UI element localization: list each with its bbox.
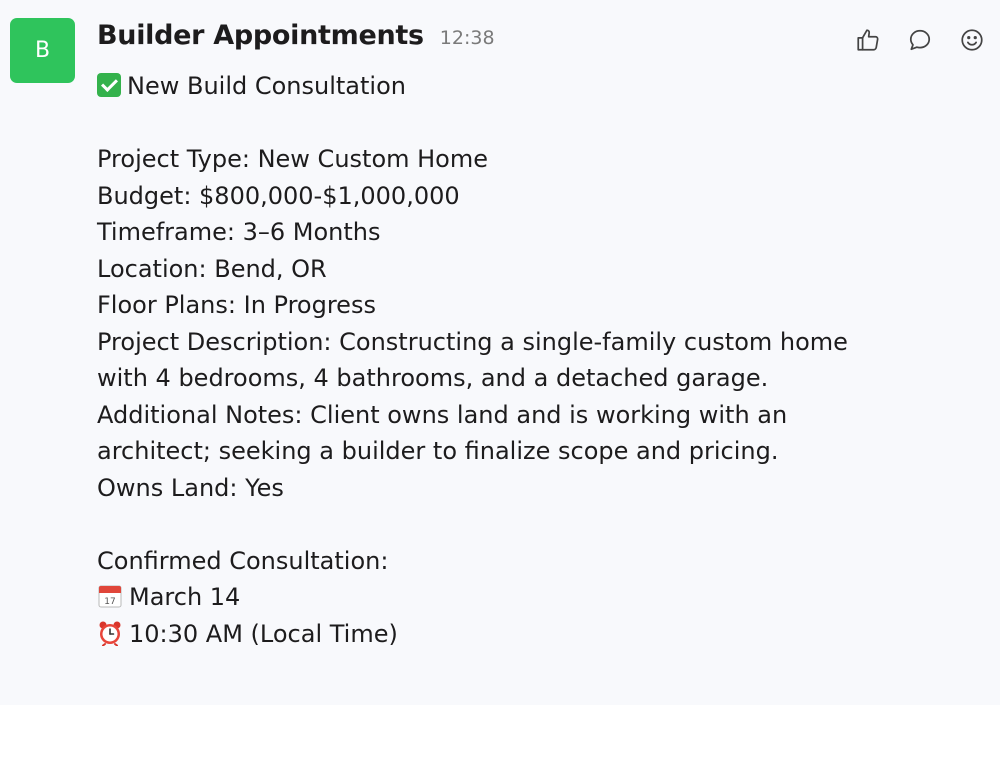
floor-plans-line: Floor Plans: In Progress: [97, 291, 376, 319]
sender-name[interactable]: Builder Appointments: [97, 20, 424, 51]
date-line: 17 March 14: [97, 579, 857, 616]
message-title: New Build Consultation: [97, 68, 857, 105]
message-header: Builder Appointments 12:38: [97, 20, 495, 60]
message-actions: [854, 26, 986, 54]
svg-text:17: 17: [104, 597, 115, 607]
location-line: Location: Bend, OR: [97, 254, 327, 283]
message: B Builder Appointments 12:38 New Build C…: [0, 0, 1000, 705]
additional-notes-line: Additional Notes: Client owns land and i…: [97, 400, 788, 466]
message-body: New Build Consultation Project Type: New…: [97, 68, 857, 652]
calendar-icon: 17: [97, 583, 123, 609]
message-title-text: New Build Consultation: [127, 72, 406, 100]
project-type-line: Project Type: New Custom Home: [97, 145, 489, 173]
timeframe-line: Timeframe: 3–6 Months: [97, 218, 381, 246]
alarm-clock-icon: [97, 620, 123, 646]
owns-land-line: Owns Land: Yes: [97, 473, 284, 502]
time-line: 10:30 AM (Local Time): [97, 616, 857, 653]
thumbs-up-icon[interactable]: [854, 26, 882, 54]
message-timestamp[interactable]: 12:38: [440, 27, 495, 49]
avatar[interactable]: B: [10, 18, 75, 83]
project-description-line: Project Description: Constructing a sing…: [97, 327, 848, 393]
date-text: March 14: [129, 583, 241, 611]
budget-line: Budget: $800,000-$1,000,000: [97, 181, 460, 210]
check-mark-icon: [97, 73, 121, 97]
time-slot-text: 10:30 AM (Local Time): [129, 619, 398, 648]
confirmed-label: Confirmed Consultation:: [97, 546, 389, 575]
comment-icon[interactable]: [906, 26, 934, 54]
emoji-icon[interactable]: [958, 26, 986, 54]
